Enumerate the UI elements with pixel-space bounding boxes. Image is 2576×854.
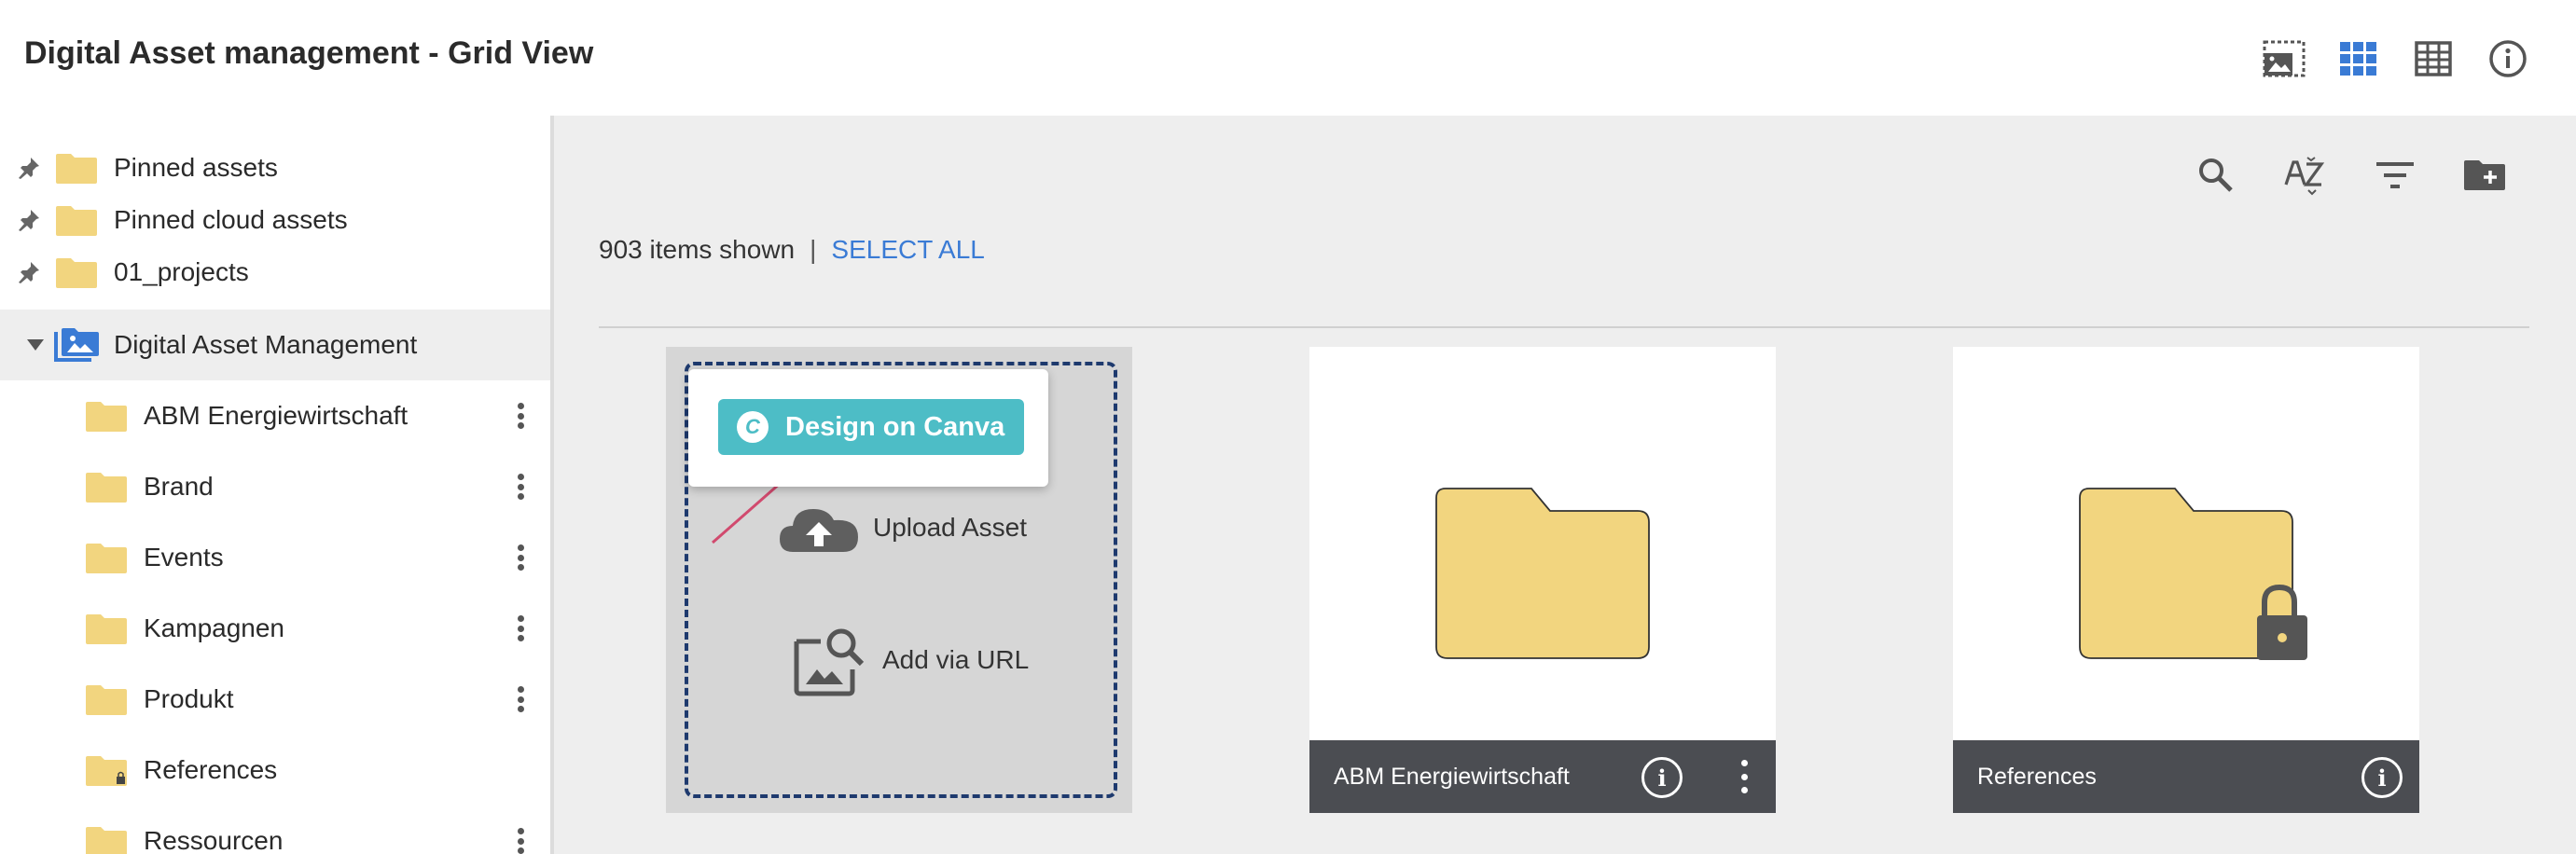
divider [599,326,2529,328]
sidebar-item-pinned-assets[interactable]: Pinned assets [0,138,550,198]
sidebar-item-label: Kampagnen [144,613,285,642]
folder-icon [86,402,127,432]
sidebar-item-label: Brand [144,472,214,501]
sidebar-item-produkt[interactable]: Produkt [0,669,550,729]
sidebar-item-label: Digital Asset Management [114,330,418,359]
sidebar-item-label: Ressourcen [144,826,284,854]
folder-icon [86,544,127,573]
more-options-icon[interactable] [509,822,532,854]
folder-icon [86,473,127,503]
sidebar-item-ressourcen[interactable]: Ressourcen [0,811,550,854]
locked-folder-icon [2079,488,2307,660]
card-footer: References i [1953,740,2419,813]
sidebar-item-label: References [144,755,278,784]
folder-icon [1435,488,1650,659]
sidebar-item-label: Pinned assets [114,153,278,182]
pin-icon[interactable] [17,260,41,284]
folder-card[interactable]: References i [1953,347,2419,813]
sidebar-item-digital-asset-management[interactable]: Digital Asset Management [0,310,550,380]
design-on-canva-button[interactable]: C Design on Canva [718,399,1024,455]
chevron-down-icon[interactable] [26,338,45,351]
more-options-icon[interactable] [1733,757,1755,796]
pin-icon[interactable] [17,208,41,232]
sidebar-item-abm-energiewirtschaft[interactable]: ABM Energiewirtschaft [0,386,550,446]
card-title: References [1977,763,2097,790]
card-footer: ABM Energiewirtschaft i [1309,740,1776,813]
card-title: ABM Energiewirtschaft [1334,763,1570,790]
item-count-bar: 903 items shown | SELECT ALL [599,235,985,265]
sidebar-item-brand[interactable]: Brand [0,457,550,517]
info-icon[interactable] [2485,35,2531,82]
sidebar-item-label: ABM Energiewirtschaft [144,401,409,430]
item-count-text: 903 items shown [599,235,796,264]
page-title: Digital Asset management - Grid View [24,35,594,71]
folder-card[interactable]: ABM Energiewirtschaft i [1309,347,1776,813]
search-icon[interactable] [2190,149,2242,201]
folder-icon [56,258,97,288]
upload-asset-button[interactable]: Upload Asset [778,490,1058,565]
image-search-icon [794,628,865,696]
table-view-icon[interactable] [2410,35,2457,82]
asset-grid-area: 903 items shown | SELECT ALL C Design on C… [554,116,2576,854]
canva-popover: C Design on Canva [688,369,1048,487]
info-icon[interactable]: i [2361,757,2403,798]
folder-icon [56,154,97,184]
folder-icon [86,614,127,644]
grid-view-icon[interactable] [2335,35,2382,82]
sort-az-icon[interactable] [2279,149,2332,201]
sidebar-item-label: Events [144,543,224,572]
image-library-icon [54,328,99,362]
add-via-url-label: Add via URL [882,645,1030,674]
folder-icon [56,206,97,236]
sidebar-item-label: 01_projects [114,257,249,286]
sidebar-item-pinned-cloud-assets[interactable]: Pinned cloud assets [0,190,550,250]
filter-icon[interactable] [2369,149,2421,201]
sidebar-item-kampagnen[interactable]: Kampagnen [0,599,550,658]
app-header: Digital Asset management - Grid View [0,0,2576,116]
info-icon[interactable]: i [1641,757,1683,798]
sidebar-item-label: Pinned cloud assets [114,205,348,234]
sidebar-item-references[interactable]: References [0,740,550,800]
select-all-link[interactable]: SELECT ALL [831,235,984,264]
folder-icon [86,685,127,715]
folder-tree-sidebar: Pinned assets Pinned cloud assets 01_pro… [0,116,550,854]
sidebar-item-01-projects[interactable]: 01_projects [0,242,550,302]
separator: | [810,235,817,264]
thumbnail-view-icon[interactable] [2261,35,2307,82]
folder-icon [86,827,127,854]
upload-asset-label: Upload Asset [873,513,1027,542]
pin-icon[interactable] [17,156,41,180]
add-via-url-button[interactable]: Add via URL [793,615,1073,705]
canva-button-label: Design on Canva [785,411,1005,442]
new-folder-icon[interactable] [2458,149,2511,201]
canva-logo-icon: C [737,411,769,443]
sidebar-item-events[interactable]: Events [0,528,550,587]
more-options-icon[interactable] [509,681,532,718]
more-options-icon[interactable] [509,539,532,576]
more-options-icon[interactable] [509,468,532,505]
more-options-icon[interactable] [509,397,532,434]
more-options-icon[interactable] [509,610,532,647]
sidebar-item-label: Produkt [144,684,234,713]
cloud-upload-icon [780,509,858,552]
locked-folder-icon [86,756,127,786]
